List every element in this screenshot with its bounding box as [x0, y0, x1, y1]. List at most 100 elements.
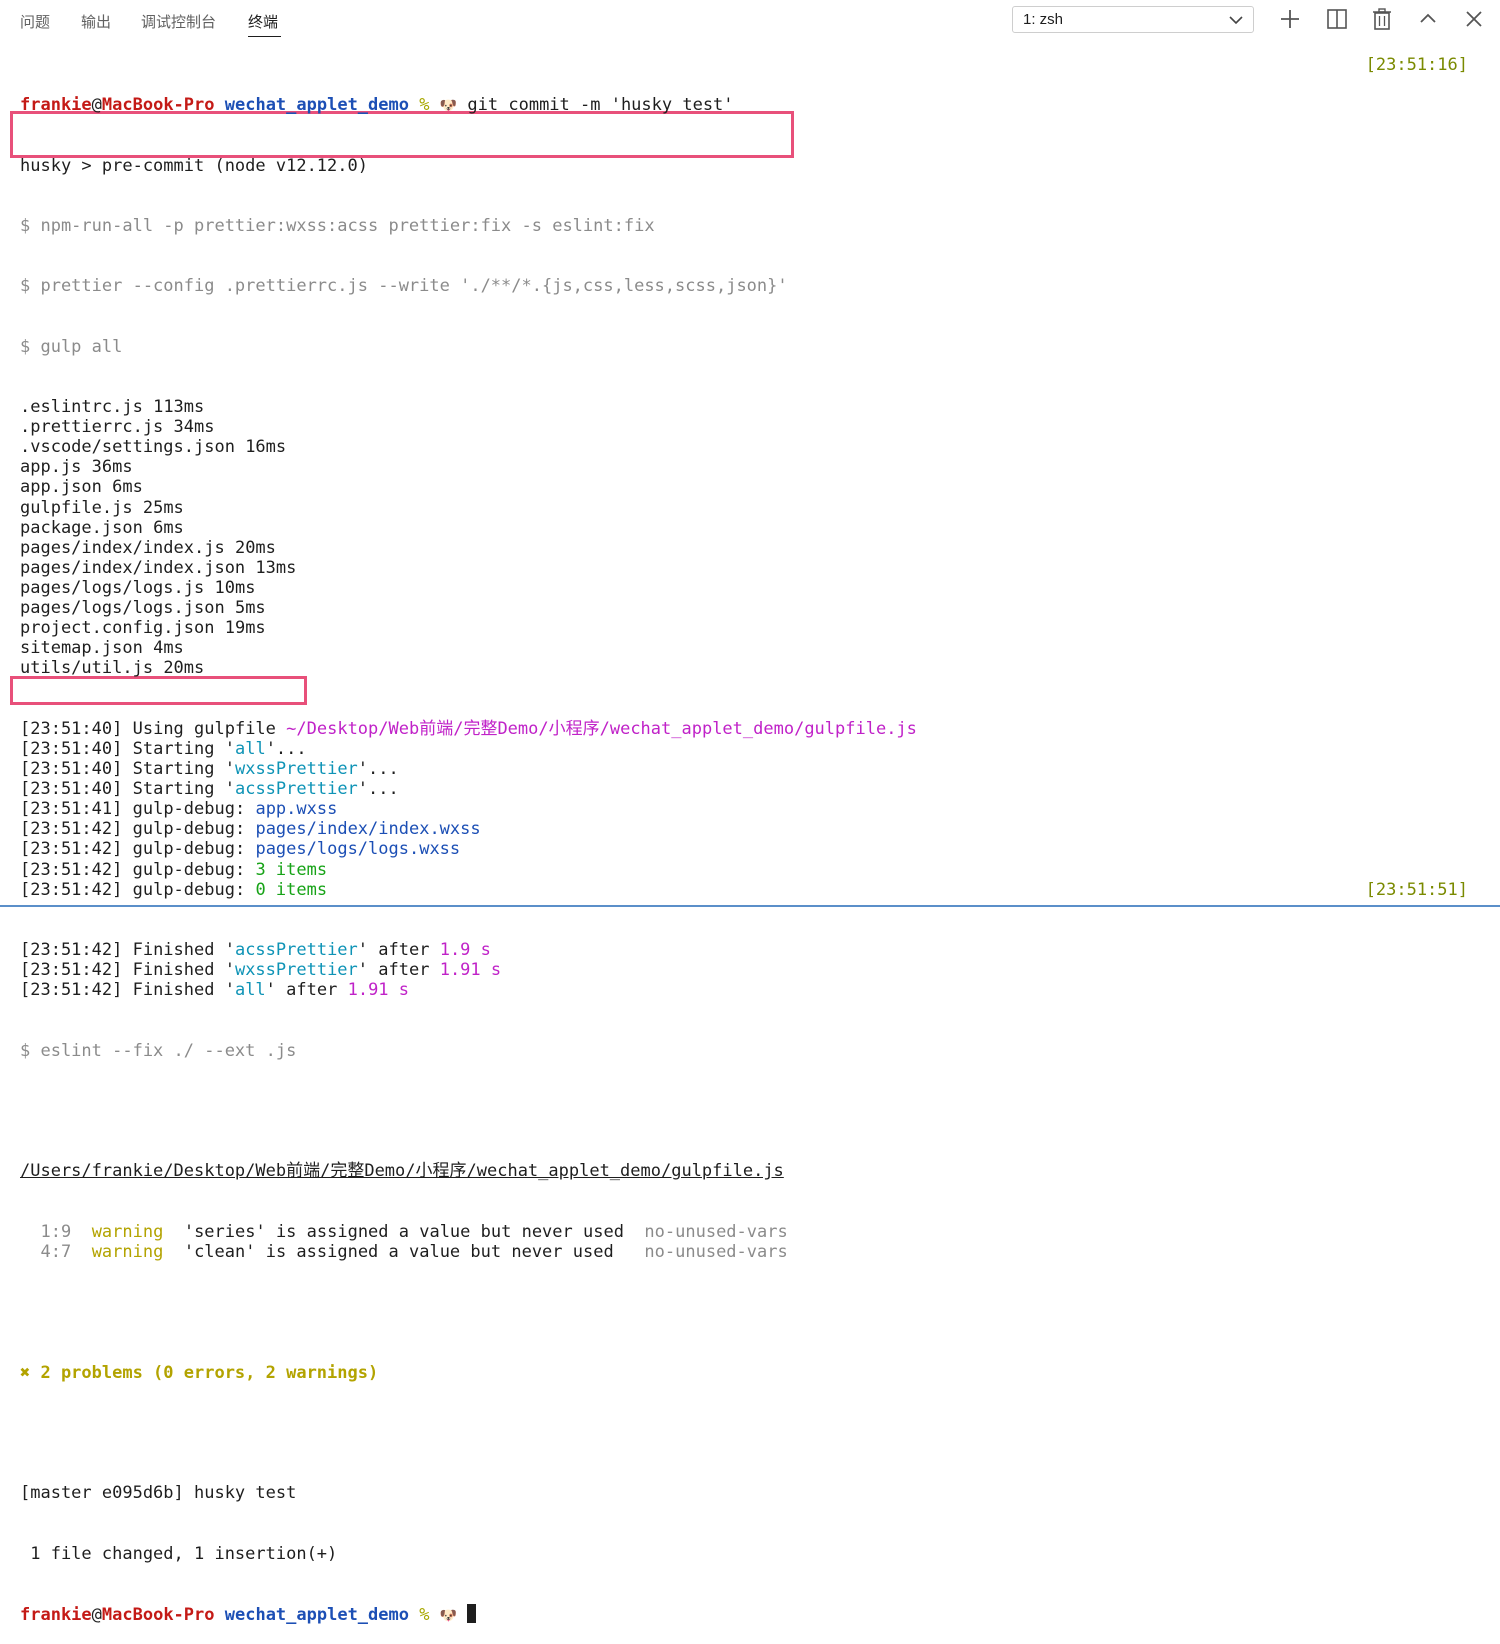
tab-debug-console[interactable]: 调试控制台: [141, 11, 216, 32]
log-highlight: all: [234, 738, 266, 759]
log-highlight: pages/index/index.wxss: [255, 819, 481, 840]
prompt-user: frankie: [20, 1604, 92, 1625]
file-time: 25ms: [142, 497, 184, 518]
log-text: Starting ': [132, 779, 235, 800]
file-line: sitemap.json 4ms: [20, 638, 917, 658]
log-timestamp: [23:51:42]: [20, 859, 123, 880]
log-timestamp: [23:51:42]: [20, 960, 123, 981]
log-timestamp: [23:51:42]: [20, 819, 123, 840]
log-text: gulp-debug:: [132, 799, 246, 820]
eslint-file-path[interactable]: /Users/frankie/Desktop/Web前端/完整Demo/小程序/…: [20, 1161, 917, 1181]
kill-terminal-button[interactable]: [1370, 7, 1394, 31]
log-text: Starting ': [132, 738, 235, 759]
file-name: pages/logs/logs.js: [20, 578, 205, 599]
chevron-up-icon: [1420, 13, 1436, 23]
terminal-select[interactable]: 1: zsh: [1012, 6, 1254, 33]
log-timestamp: [23:51:40]: [20, 779, 123, 800]
log-text: gulp-debug:: [132, 819, 246, 840]
eslint-command-line: $ eslint --fix ./ --ext .js: [20, 1040, 297, 1061]
file-time: 20ms: [234, 537, 276, 558]
command-text: git commit -m 'husky test': [467, 95, 734, 116]
file-name: .prettierrc.js: [20, 417, 164, 438]
tab-problems[interactable]: 问题: [20, 11, 50, 32]
log-tail: '...: [357, 759, 399, 780]
maximize-panel-button[interactable]: [1416, 7, 1440, 31]
warning-message: 'series' is assigned a value but never u…: [183, 1221, 624, 1242]
gulp-log-line: [23:51:41] gulp-debug: app.wxss: [20, 799, 917, 819]
new-terminal-button[interactable]: [1278, 7, 1302, 31]
active-tab-indicator: [248, 36, 281, 37]
gulp-log-line: [23:51:42] gulp-debug: pages/index/index…: [20, 819, 917, 839]
warning-row: 4:7 warning 'clean' is assigned a value …: [20, 1242, 917, 1262]
dog-icon: 🐶: [439, 98, 458, 115]
file-line: .eslintrc.js 113ms: [20, 397, 917, 417]
gulp-finished-line: [23:51:42] Finished 'acssPrettier' after…: [20, 940, 491, 961]
file-time: 20ms: [163, 658, 205, 679]
log-highlight: ~/Desktop/Web前端/完整Demo/小程序/wechat_applet…: [286, 718, 917, 739]
file-time: 13ms: [255, 557, 297, 578]
file-line: .prettierrc.js 34ms: [20, 417, 917, 437]
prompt-symbol: %: [419, 95, 430, 116]
log-tail: '...: [265, 738, 307, 759]
task-name: all: [234, 980, 266, 1001]
eslint-warnings: 1:9 warning 'series' is assigned a value…: [20, 1222, 917, 1262]
warning-rule: no-unused-vars: [644, 1241, 788, 1262]
file-name: package.json: [20, 517, 143, 538]
split-terminal-button[interactable]: [1325, 7, 1349, 31]
file-line: gulpfile.js 25ms: [20, 498, 917, 518]
file-time: 34ms: [173, 417, 215, 438]
log-timestamp: [23:51:42]: [20, 839, 123, 860]
gulp-log-line: [23:51:42] gulp-debug: 3 items: [20, 860, 917, 880]
file-time: 5ms: [234, 598, 266, 619]
log-timestamp: [23:51:42]: [20, 879, 123, 900]
close-panel-button[interactable]: [1462, 7, 1486, 31]
after-text: after: [378, 960, 430, 981]
file-time: 36ms: [91, 457, 133, 478]
dog-icon: 🐶: [439, 1607, 458, 1624]
prompt-dir: wechat_applet_demo: [224, 1604, 409, 1625]
prompt-line: frankie@MacBook-Pro wechat_applet_demo %…: [20, 95, 917, 115]
file-time: 6ms: [112, 477, 143, 498]
after-text: after: [378, 940, 430, 961]
file-name: .vscode/settings.json: [20, 437, 235, 458]
log-highlight: 3 items: [255, 859, 328, 880]
file-name: utils/util.js: [20, 658, 154, 679]
log-highlight: 0 items: [255, 879, 328, 900]
file-line: pages/index/index.js 20ms: [20, 538, 917, 558]
file-line: .vscode/settings.json 16ms: [20, 437, 917, 457]
file-line: pages/logs/logs.json 5ms: [20, 598, 917, 618]
gulp-log-line: [23:51:40] Starting 'wxssPrettier'...: [20, 759, 917, 779]
trash-icon: [1373, 8, 1391, 30]
first-prompt-time: [23:51:16]: [1365, 55, 1468, 75]
log-tail: '...: [357, 779, 399, 800]
file-time: 113ms: [153, 397, 205, 418]
tab-output[interactable]: 输出: [81, 11, 111, 32]
gulp-log-line: [23:51:42] gulp-debug: pages/logs/logs.w…: [20, 839, 917, 859]
warning-rule: no-unused-vars: [644, 1221, 788, 1242]
prompt-host: MacBook-Pro: [101, 95, 215, 116]
terminal-output[interactable]: frankie@MacBook-Pro wechat_applet_demo %…: [20, 55, 917, 1644]
prettier-command-line: $ prettier --config .prettierrc.js --wri…: [20, 276, 788, 297]
file-time: 4ms: [153, 638, 184, 659]
tab-terminal[interactable]: 终端: [248, 11, 278, 32]
log-highlight: pages/logs/logs.wxss: [255, 839, 461, 860]
npm-run-all-line: $ npm-run-all -p prettier:wxss:acss pret…: [20, 215, 655, 236]
task-duration: 1.9 s: [439, 940, 491, 961]
file-name: app.json: [20, 477, 102, 498]
gulp-log-line: [23:51:40] Starting 'acssPrettier'...: [20, 779, 917, 799]
gulp-log: [23:51:40] Using gulpfile ~/Desktop/Web前…: [20, 719, 917, 900]
warning-level: warning: [91, 1221, 164, 1242]
changed-line: 1 file changed, 1 insertion(+): [20, 1543, 338, 1564]
gulp-log-line: [23:51:42] gulp-debug: 0 items: [20, 880, 917, 900]
prettier-file-list: .eslintrc.js 113ms .prettierrc.js 34ms .vs…: [20, 397, 917, 679]
file-name: pages/index/index.js: [20, 537, 225, 558]
file-line: package.json 6ms: [20, 518, 917, 538]
panel-header: 问题 输出 调试控制台 终端 1: zsh: [0, 0, 1500, 42]
file-time: 10ms: [214, 578, 256, 599]
task-duration: 1.91 s: [439, 960, 502, 981]
file-time: 16ms: [245, 437, 287, 458]
file-line: app.js 36ms: [20, 457, 917, 477]
log-highlight: app.wxss: [255, 799, 338, 820]
